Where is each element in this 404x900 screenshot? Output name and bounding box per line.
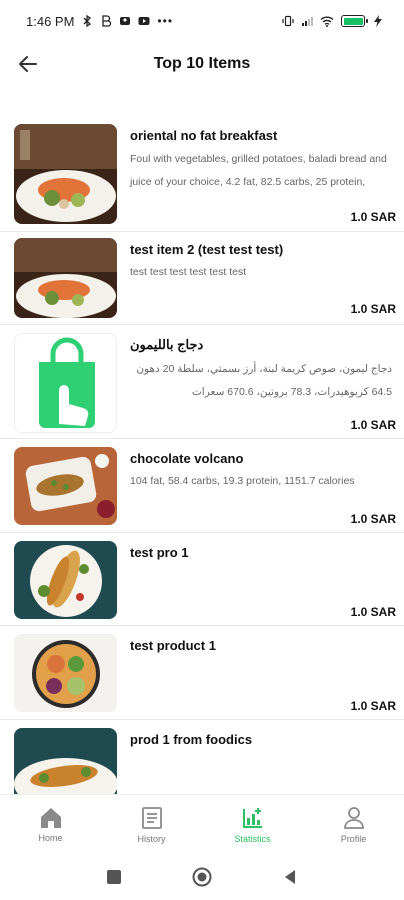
item-price: 1.0 SAR (350, 512, 396, 526)
statistics-icon (242, 807, 262, 828)
nav-profile-label: Profile (340, 833, 367, 844)
item-price: 1.0 SAR (350, 605, 396, 619)
wifi-icon (320, 16, 334, 27)
item-name: prod 1 from foodics (130, 732, 253, 747)
list-item[interactable]: دجاج بالليمون دجاج ليمون، صوص كريمة لبنة… (0, 325, 404, 439)
item-image (14, 238, 117, 318)
item-description: 104 fat, 58.4 carbs, 19.3 protein, 1151.… (130, 475, 355, 487)
charging-icon (374, 15, 382, 27)
screen: 1:46 PM ••• Top 10 Items oriental no fat… (0, 0, 404, 900)
item-name: test pro 1 (130, 545, 189, 560)
list-item[interactable]: test pro 1 1.0 SAR (0, 533, 404, 626)
item-name: test product 1 (130, 638, 216, 653)
items-list[interactable]: oriental no fat breakfast Foul with vege… (0, 116, 404, 794)
status-bar: 1:46 PM ••• (0, 0, 404, 42)
item-description: دجاج ليمون، صوص كريمة لبنة، أرز بسمتي، س… (136, 363, 392, 398)
person-icon (120, 17, 131, 25)
home-system-icon[interactable] (192, 867, 212, 887)
vibrate-icon (282, 15, 294, 27)
youtube-icon (138, 17, 150, 25)
recents-icon[interactable] (106, 869, 122, 885)
list-item[interactable]: prod 1 from foodics (0, 720, 404, 794)
list-item[interactable]: test item 2 (test test test) test test t… (0, 232, 404, 325)
item-image (14, 124, 117, 224)
status-time: 1:46 PM (26, 13, 75, 29)
b-icon (102, 15, 112, 27)
system-navigation (0, 854, 404, 900)
status-left: 1:46 PM ••• (26, 14, 173, 29)
nav-home[interactable]: Home (0, 795, 101, 854)
home-icon (40, 807, 61, 828)
item-image (14, 333, 117, 433)
back-system-icon[interactable] (282, 869, 298, 885)
page-title: Top 10 Items (153, 55, 251, 72)
item-name: chocolate volcano (130, 451, 244, 466)
list-item[interactable]: test product 1 1.0 SAR (0, 626, 404, 720)
nav-home-label: Home (38, 832, 63, 843)
item-name: oriental no fat breakfast (130, 128, 278, 143)
item-image (14, 728, 117, 794)
item-description: test test test test test test (130, 266, 247, 278)
nav-statistics-label: Statistics (234, 833, 271, 844)
item-name: دجاج بالليمون (130, 337, 204, 352)
history-icon (141, 806, 162, 829)
item-price: 1.0 SAR (350, 418, 396, 432)
item-image (14, 447, 117, 525)
list-item[interactable]: chocolate volcano 104 fat, 58.4 carbs, 1… (0, 439, 404, 533)
status-right (282, 15, 384, 27)
nav-statistics[interactable]: Statistics (202, 795, 303, 854)
item-description: Foul with vegetables, grilled potatoes, … (130, 153, 387, 188)
item-image (14, 541, 117, 619)
nav-history[interactable]: History (101, 795, 202, 854)
item-image (14, 634, 117, 712)
item-price: 1.0 SAR (350, 210, 396, 224)
bottom-navigation: Home History Statistics Profile (0, 794, 404, 854)
battery-icon (341, 15, 368, 27)
bluetooth-icon (83, 15, 92, 27)
item-price: 1.0 SAR (350, 302, 396, 316)
top-bar: Top 10 Items (0, 42, 404, 86)
back-arrow-icon[interactable] (16, 52, 40, 76)
signal-icon (302, 17, 313, 26)
profile-icon (343, 806, 364, 829)
item-price: 1.0 SAR (350, 699, 396, 713)
more-icon: ••• (157, 14, 174, 28)
nav-profile[interactable]: Profile (303, 795, 404, 854)
item-name: test item 2 (test test test) (130, 242, 284, 257)
nav-history-label: History (137, 833, 166, 844)
list-item[interactable]: oriental no fat breakfast Foul with vege… (0, 116, 404, 232)
